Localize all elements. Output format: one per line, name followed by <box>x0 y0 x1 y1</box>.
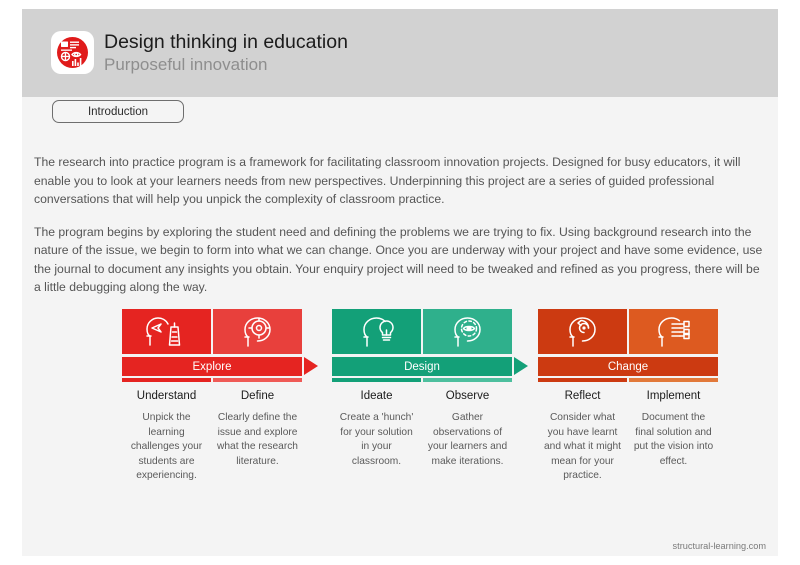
stage-explore-banner: Explore <box>122 357 302 376</box>
stage-design-banner-row: Design <box>332 357 528 376</box>
head-spiral-icon <box>568 316 596 347</box>
stage-design-labels: Ideate Observe <box>332 390 512 402</box>
step-label-implement: Implement <box>646 390 701 402</box>
stage-design-banner: Design <box>332 357 512 376</box>
stage-change-underline <box>538 378 718 382</box>
step-desc-reflect: Consider what you have learnt and what i… <box>543 412 621 481</box>
underline-understand <box>122 378 211 382</box>
stage-explore-labels: Understand Define <box>122 390 302 402</box>
tab-introduction-label: Introduction <box>87 105 149 118</box>
step-desc-observe: Gather observations of your learners and… <box>427 412 508 467</box>
stage-change-icons <box>538 309 718 354</box>
tab-introduction[interactable]: Introduction <box>52 100 184 123</box>
step-label-ideate: Ideate <box>360 390 393 402</box>
arrow-design-to-change-icon <box>514 357 528 375</box>
stage-change-banner: Change <box>538 357 718 376</box>
paragraph-2: The program begins by exploring the stud… <box>34 224 763 295</box>
icon-cell-observe <box>423 309 512 354</box>
icon-cell-reflect <box>538 309 627 354</box>
slide-canvas: Design thinking in education Purposeful … <box>22 9 778 556</box>
stage-explore-icons <box>122 309 302 354</box>
icon-cell-implement <box>629 309 718 354</box>
underline-observe <box>423 378 512 382</box>
stage-design-descriptions: Create a 'hunch' for your solution in yo… <box>332 411 512 469</box>
step-label-observe: Observe <box>445 390 490 402</box>
stage-explore-label: Explore <box>192 360 232 373</box>
paragraph-1: The research into practice program is a … <box>34 155 741 206</box>
head-lightbulb-icon <box>362 316 394 347</box>
step-desc-implement: Document the final solution and put the … <box>633 412 714 467</box>
head-checklist-icon <box>657 316 690 347</box>
body-copy: The research into practice program is a … <box>34 153 766 311</box>
step-desc-define: Clearly define the issue and explore wha… <box>217 412 298 467</box>
underline-reflect <box>538 378 627 382</box>
icon-cell-define <box>213 309 302 354</box>
underline-implement <box>629 378 718 382</box>
arrow-explore-to-design-icon <box>304 357 318 375</box>
stage-change-label: Change <box>607 360 649 373</box>
head-eye-icon <box>453 316 481 347</box>
footer-site-url: structural-learning.com <box>672 541 766 551</box>
step-desc-ideate: Create a 'hunch' for your solution in yo… <box>339 412 414 467</box>
title-block: Design thinking in education Purposeful … <box>104 30 348 76</box>
underline-ideate <box>332 378 421 382</box>
icon-cell-understand <box>122 309 211 354</box>
stage-change-descriptions: Consider what you have learnt and what i… <box>538 411 718 484</box>
underline-define <box>213 378 302 382</box>
stage-change-banner-row: Change <box>538 357 718 376</box>
step-label-reflect: Reflect <box>564 390 601 402</box>
stage-design-label: Design <box>404 360 440 373</box>
step-desc-understand: Unpick the learning challenges your stud… <box>130 412 203 481</box>
stage-design-icons <box>332 309 512 354</box>
stage-change-labels: Reflect Implement <box>538 390 718 402</box>
page-subtitle: Purposeful innovation <box>104 55 268 74</box>
stage-explore-underline <box>122 378 302 382</box>
icon-cell-ideate <box>332 309 421 354</box>
stage-explore: Explore Understand Define Unpick the lea… <box>122 309 318 484</box>
page-title: Design thinking in education <box>104 31 348 53</box>
stage-explore-descriptions: Unpick the learning challenges your stud… <box>122 411 302 484</box>
stage-explore-banner-row: Explore <box>122 357 318 376</box>
step-label-define: Define <box>240 390 275 402</box>
head-target-icon <box>243 316 271 347</box>
stage-design-underline <box>332 378 512 382</box>
slide-header: Design thinking in education Purposeful … <box>22 9 778 97</box>
head-lighthouse-icon <box>145 316 180 346</box>
structural-learning-logo-icon <box>51 31 94 74</box>
design-thinking-diagram: Explore Understand Define Unpick the lea… <box>22 309 778 489</box>
step-label-understand: Understand <box>136 390 197 402</box>
stage-design: Design Ideate Observe Create a 'hunch' f… <box>332 309 528 469</box>
stage-change: Change Reflect Implement Consider what y… <box>538 309 718 484</box>
